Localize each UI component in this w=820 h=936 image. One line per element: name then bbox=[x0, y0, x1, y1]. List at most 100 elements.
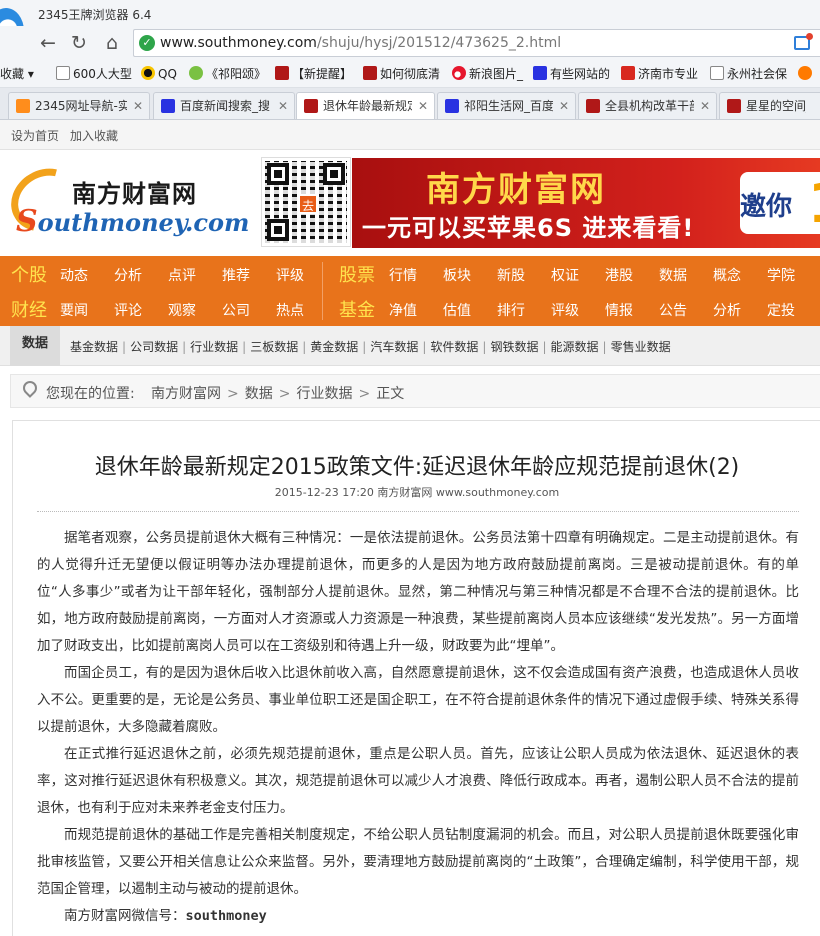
home-icon[interactable]: ⌂ bbox=[100, 31, 124, 55]
reload-icon[interactable]: ↻ bbox=[67, 31, 91, 55]
nav-item[interactable]: 评论 bbox=[114, 300, 142, 320]
main-nav-row-1: 个股 动态 分析 点评 推荐 评级 股票 行情 板块 新股 权证 港股 数据 概… bbox=[0, 256, 820, 291]
nav-item[interactable]: 推荐 bbox=[222, 265, 250, 285]
address-bar[interactable]: ✓ www.southmoney.com/shuju/hysj/201512/4… bbox=[133, 29, 820, 57]
nav-item[interactable]: 评级 bbox=[551, 300, 579, 320]
nav-item[interactable]: 情报 bbox=[605, 300, 633, 320]
bookmark-item[interactable]: QQ bbox=[141, 65, 177, 83]
breadcrumb: 您现在的位置: 南方财富网 > 数据 > 行业数据 > 正文 bbox=[10, 374, 820, 408]
close-tab-icon[interactable]: ✕ bbox=[559, 93, 569, 119]
banner-headline: 南方财富网 bbox=[426, 170, 606, 210]
site-topline: 设为首页 加入收藏 bbox=[0, 120, 820, 150]
sub-nav-link[interactable]: 基金数据 bbox=[70, 340, 118, 354]
sub-nav-link[interactable]: 软件数据 bbox=[430, 340, 478, 354]
wechat-id: southmoney bbox=[185, 908, 267, 924]
site-icon bbox=[621, 66, 635, 80]
breadcrumb-label: 您现在的位置: bbox=[46, 386, 135, 402]
tab-strip: 2345网址导航-实用✕ 百度新闻搜索_搜✕ 退休年龄最新规定✕ 祁阳生活网_百… bbox=[0, 88, 820, 120]
nav-item[interactable]: 动态 bbox=[60, 265, 88, 285]
bookmark-item[interactable]: 《祁阳颂》 bbox=[189, 65, 266, 83]
bookmark-item[interactable]: 永州社会保 bbox=[710, 65, 787, 83]
nav-item[interactable]: 新股 bbox=[497, 265, 525, 285]
bookmark-item[interactable]: 有些网站的 bbox=[533, 65, 610, 83]
nav-item[interactable]: 观察 bbox=[168, 300, 196, 320]
nav-item[interactable]: 板块 bbox=[443, 265, 471, 285]
nav-item[interactable]: 学院 bbox=[767, 265, 795, 285]
banner-subline: 一元可以买苹果6S 进来看看! bbox=[362, 214, 695, 242]
url-text[interactable]: www.southmoney.com/shuju/hysj/201512/473… bbox=[160, 35, 561, 51]
article-title: 退休年龄最新规定2015政策文件:延迟退休年龄应规范提前退休(2) bbox=[94, 455, 740, 480]
nav-item[interactable]: 评级 bbox=[276, 265, 304, 285]
close-tab-icon[interactable]: ✕ bbox=[133, 93, 143, 119]
nav-item[interactable]: 热点 bbox=[276, 300, 304, 320]
tab[interactable]: 全县机构改革干部 ✕ bbox=[578, 92, 717, 119]
page-icon bbox=[56, 66, 70, 80]
bookmark-item[interactable]: 如何彻底清 bbox=[363, 65, 440, 83]
nav-item[interactable]: 概念 bbox=[713, 265, 741, 285]
nav-item[interactable]: 点评 bbox=[168, 265, 196, 285]
nav-section-caijing[interactable]: 财经 bbox=[11, 296, 47, 322]
browser-navbar: ← ↻ ⌂ ✓ www.southmoney.com/shuju/hysj/20… bbox=[0, 26, 820, 60]
baidu-paw-icon bbox=[445, 99, 459, 113]
close-tab-icon[interactable]: ✕ bbox=[700, 93, 710, 119]
extension-icon[interactable] bbox=[794, 33, 813, 50]
bookmark-item[interactable]: 新浪图片_ bbox=[452, 65, 523, 83]
nav-section-gegu[interactable]: 个股 bbox=[11, 261, 47, 287]
article-paragraph: 据笔者观察，公务员提前退休大概有三种情况：一是依法提前退休。公务员法第十四章有明… bbox=[37, 530, 799, 654]
tab-active[interactable]: 退休年龄最新规定 ✕ bbox=[296, 92, 435, 119]
nav-item[interactable]: 权证 bbox=[551, 265, 579, 285]
bookmark-item[interactable]: 【新提醒】 bbox=[275, 65, 352, 83]
nav-item[interactable]: 净值 bbox=[389, 300, 417, 320]
site-logo[interactable]: 南方财富网 Southmoney.com bbox=[0, 156, 250, 244]
main-nav-row-2: 财经 要闻 评论 观察 公司 热点 基金 净值 估值 排行 评级 情报 公告 分… bbox=[0, 291, 820, 326]
bookmarks-menu[interactable]: 收藏 ▾ bbox=[0, 65, 34, 83]
bookmarks-bar: 收藏 ▾ 600人大型 QQ 《祁阳颂》 【新提醒】 如何彻底清 新浪图片_ 有… bbox=[0, 60, 820, 88]
nav-item[interactable]: 行情 bbox=[389, 265, 417, 285]
nav-item[interactable]: 排行 bbox=[497, 300, 525, 320]
nav-item[interactable]: 公司 bbox=[222, 300, 250, 320]
sub-nav-link[interactable]: 能源数据 bbox=[551, 340, 599, 354]
breadcrumb-link[interactable]: 数据 bbox=[245, 386, 273, 402]
tab[interactable]: 2345网址导航-实用✕ bbox=[8, 92, 150, 119]
sub-nav-link[interactable]: 三板数据 bbox=[250, 340, 298, 354]
tab[interactable]: 祁阳生活网_百度 ✕ bbox=[437, 92, 576, 119]
add-favorite-link[interactable]: 加入收藏 bbox=[70, 127, 118, 144]
bookmark-item[interactable]: 600人大型 bbox=[56, 65, 132, 83]
qq-icon bbox=[141, 66, 155, 80]
bookmark-item[interactable]: 济南市专业 bbox=[621, 65, 698, 83]
ad-banner[interactable]: 南方财富网 一元可以买苹果6S 进来看看! 邀你1 bbox=[352, 158, 820, 248]
window-title: 2345王牌浏览器 6.4 bbox=[38, 8, 152, 22]
secure-shield-icon: ✓ bbox=[139, 35, 155, 51]
site-icon bbox=[16, 99, 30, 113]
nav-item[interactable]: 分析 bbox=[114, 265, 142, 285]
close-tab-icon[interactable]: ✕ bbox=[418, 93, 428, 119]
sub-nav-head[interactable]: 数据 bbox=[10, 326, 60, 366]
site-icon bbox=[275, 66, 289, 80]
sub-nav-link[interactable]: 公司数据 bbox=[130, 340, 178, 354]
set-homepage-link[interactable]: 设为首页 bbox=[11, 127, 59, 144]
nav-section-gupiao[interactable]: 股票 bbox=[339, 261, 375, 287]
nav-item[interactable]: 要闻 bbox=[60, 300, 88, 320]
tab[interactable]: 星星的空间_祁阳 bbox=[719, 92, 820, 119]
close-tab-icon[interactable]: ✕ bbox=[278, 93, 288, 119]
sub-nav-link[interactable]: 黄金数据 bbox=[310, 340, 358, 354]
nav-item[interactable]: 数据 bbox=[659, 265, 687, 285]
sub-nav-link[interactable]: 钢铁数据 bbox=[490, 340, 538, 354]
breadcrumb-link[interactable]: 行业数据 bbox=[296, 386, 352, 402]
nav-item[interactable]: 分析 bbox=[713, 300, 741, 320]
sub-nav-link[interactable]: 零售业数据 bbox=[611, 340, 671, 354]
nav-item[interactable]: 定投 bbox=[767, 300, 795, 320]
sub-nav-link[interactable]: 行业数据 bbox=[190, 340, 238, 354]
nav-item[interactable]: 估值 bbox=[443, 300, 471, 320]
back-icon[interactable]: ← bbox=[36, 31, 60, 55]
nav-section-jijin[interactable]: 基金 bbox=[339, 296, 375, 322]
nav-item[interactable]: 公告 bbox=[659, 300, 687, 320]
nav-item[interactable]: 港股 bbox=[605, 265, 633, 285]
baidu-paw-icon bbox=[533, 66, 547, 80]
breadcrumb-link[interactable]: 南方财富网 bbox=[151, 386, 221, 402]
article-paragraph: 而规范提前退休的基础工作是完善相关制度规定，不给公职人员钻制度漏洞的机会。而且，… bbox=[37, 827, 799, 897]
banner-cta[interactable]: 邀你1 bbox=[740, 172, 820, 235]
bookmark-item[interactable] bbox=[798, 65, 815, 83]
sub-nav-link[interactable]: 汽车数据 bbox=[370, 340, 418, 354]
tab[interactable]: 百度新闻搜索_搜 ✕ bbox=[153, 92, 295, 119]
